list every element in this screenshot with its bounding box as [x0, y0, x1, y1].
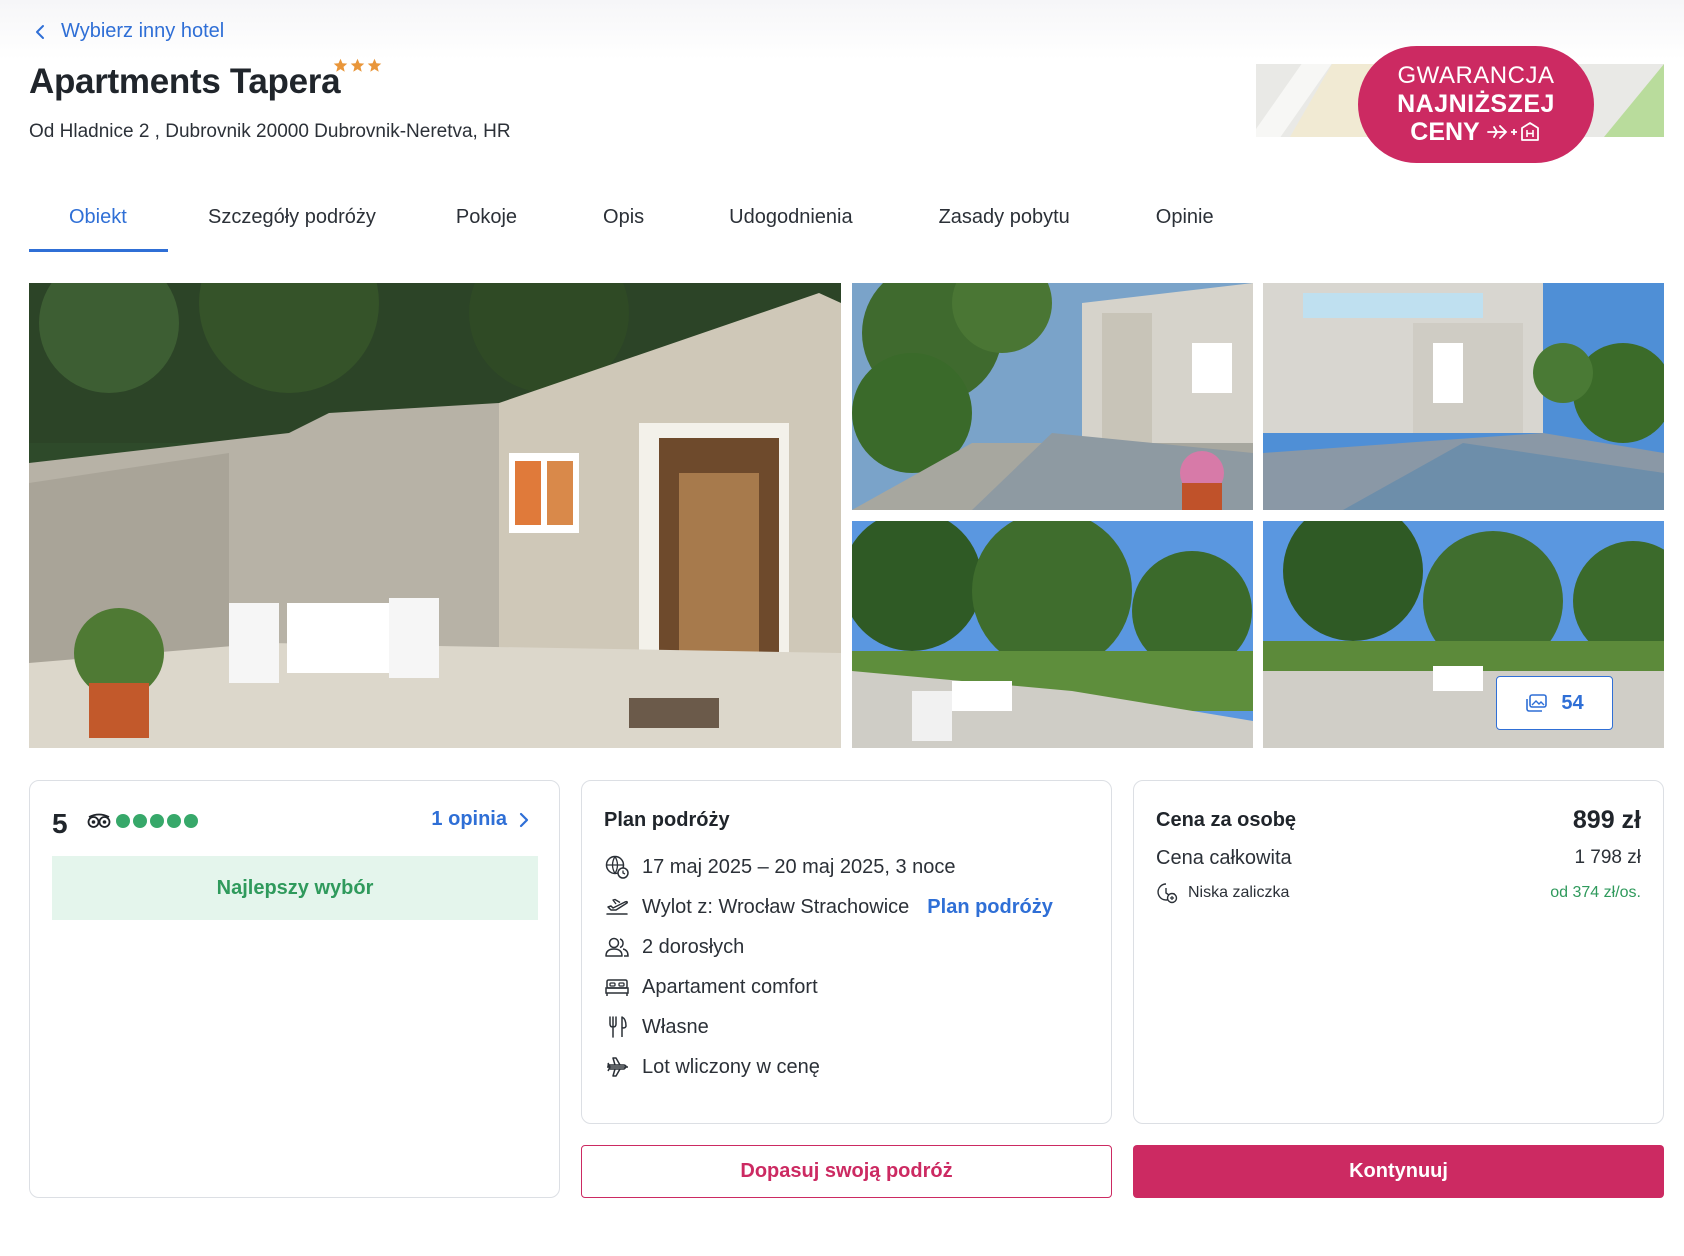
hotel-address: Od Hladnice 2 , Dubrovnik 20000 Dubrovni…	[29, 121, 511, 142]
cutlery-icon	[609, 1016, 627, 1038]
hotel-stars	[333, 58, 382, 73]
reviews-link-label: 1 opinia	[431, 808, 507, 830]
reviews-link[interactable]: 1 opinia	[431, 808, 529, 831]
users-icon	[605, 937, 629, 957]
trip-plan-card: Plan podróży 17 maj 2025 – 20 maj 2025, …	[581, 780, 1112, 1124]
star-icon	[333, 58, 348, 72]
rating-dot	[116, 814, 130, 828]
back-link-label: Wybierz inny hotel	[61, 20, 225, 42]
low-deposit-label: Niska zaliczka	[1188, 884, 1290, 901]
promo-line-1: GWARANCJA	[1397, 62, 1555, 89]
total-price-label: Cena całkowita	[1156, 847, 1292, 869]
best-choice-badge: Najlepszy wybór	[52, 856, 538, 920]
tab-obiekt[interactable]: Obiekt	[29, 196, 168, 252]
back-to-hotels-link[interactable]: Wybierz inny hotel	[33, 20, 224, 43]
star-icon	[350, 58, 365, 72]
low-deposit-value: od 374 zł/os.	[1550, 884, 1641, 901]
rating-score: 5	[52, 808, 68, 839]
price-per-person: 899 zł	[1572, 806, 1641, 834]
price-card: Cena za osobę 899 zł Cena całkowita 1 79…	[1133, 780, 1664, 1124]
plane-icon	[607, 1057, 629, 1077]
tripadvisor-icon	[87, 813, 111, 828]
hotel-name: Apartments Tapera	[29, 62, 341, 101]
chevron-right-icon	[519, 812, 529, 827]
customize-trip-button[interactable]: Dopasuj swoją podróż	[581, 1145, 1112, 1198]
trip-plan-title: Plan podróży	[604, 809, 730, 831]
meals-row: Własne	[604, 1014, 709, 1040]
tab-opinie[interactable]: Opinie	[1156, 196, 1214, 252]
hotel-tabs: Obiekt Szczegóły podróży Pokoje Opis Udo…	[29, 196, 1214, 252]
rating-dot	[150, 814, 164, 828]
photo-count: 54	[1561, 691, 1584, 714]
guests-count: 2 dorosłych	[642, 935, 745, 958]
tab-pokoje[interactable]: Pokoje	[456, 196, 517, 252]
rating-dots	[116, 814, 198, 828]
tab-udogodnienia[interactable]: Udogodnienia	[729, 196, 852, 252]
tab-zasady-pobytu[interactable]: Zasady pobytu	[939, 196, 1070, 252]
trip-dates-row: 17 maj 2025 – 20 maj 2025, 3 noce	[604, 854, 956, 880]
gallery-photo-3[interactable]	[852, 521, 1253, 748]
lowest-price-badge: GWARANCJA NAJNIŻSZEJ CENY	[1358, 46, 1594, 163]
chevron-left-icon	[36, 24, 44, 39]
tab-szczegoly-podrozy[interactable]: Szczegóły podróży	[208, 196, 376, 252]
photos-icon	[1526, 694, 1548, 712]
departure-row: Wylot z: Wrocław Strachowice Plan podróż…	[604, 894, 1053, 920]
continue-button[interactable]: Kontynuuj	[1133, 1145, 1664, 1198]
room-type: Apartament comfort	[642, 975, 818, 998]
deposit-icon	[1157, 883, 1178, 904]
rating-dot	[133, 814, 147, 828]
price-per-person-label: Cena za osobę	[1156, 809, 1297, 831]
gallery-main-photo[interactable]	[29, 283, 841, 748]
departure-airport: Wylot z: Wrocław Strachowice	[642, 895, 910, 918]
star-icon	[367, 58, 382, 72]
promo-line-3-text: CENY	[1410, 118, 1480, 146]
flight-included: Lot wliczony w cenę	[642, 1055, 820, 1078]
plane-plus-hotel-icon	[1486, 122, 1539, 141]
gallery-photo-1[interactable]	[852, 283, 1253, 510]
guests-row: 2 dorosłych	[604, 934, 744, 960]
tab-opis[interactable]: Opis	[603, 196, 644, 252]
flight-plan-link[interactable]: Plan podróży	[927, 896, 1053, 919]
meal-plan: Własne	[642, 1015, 709, 1038]
rating-dot	[167, 814, 181, 828]
promo-line-3: CENY	[1358, 118, 1594, 146]
gallery-photo-2[interactable]	[1263, 283, 1664, 510]
lowest-price-guarantee-banner[interactable]: GWARANCJA NAJNIŻSZEJ CENY	[1256, 46, 1664, 166]
plane-takeoff-icon	[606, 898, 628, 915]
calendar-globe-icon	[605, 855, 629, 879]
gallery-count-button[interactable]: 54	[1496, 676, 1613, 730]
photo-gallery: 54	[29, 283, 1664, 748]
room-row: Apartament comfort	[604, 974, 818, 1000]
bed-icon	[605, 979, 629, 996]
promo-line-2: NAJNIŻSZEJ	[1397, 90, 1555, 118]
trip-dates: 17 maj 2025 – 20 maj 2025, 3 noce	[642, 855, 956, 878]
flight-included-row: Lot wliczony w cenę	[604, 1054, 820, 1080]
rating-card: 5 1 opinia Najlepszy wybór	[29, 780, 560, 1198]
total-price: 1 798 zł	[1574, 847, 1641, 868]
low-deposit-row: Niska zaliczka	[1156, 882, 1289, 904]
rating-dot	[184, 814, 198, 828]
